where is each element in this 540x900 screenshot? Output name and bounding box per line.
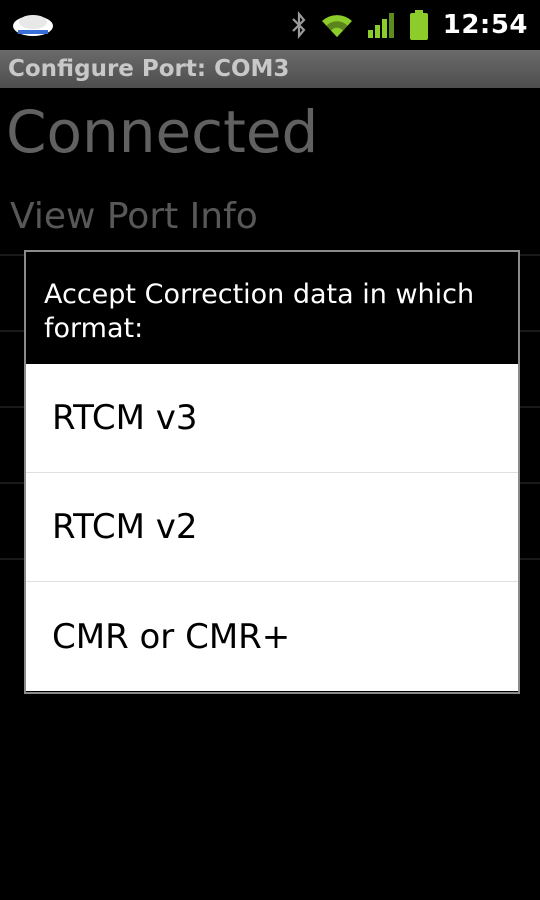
battery-icon — [409, 10, 429, 40]
format-dialog: Accept Correction data in which format: … — [24, 250, 520, 694]
option-cmr[interactable]: CMR or CMR+ — [26, 582, 518, 691]
dialog-option-list: RTCM v3 RTCM v2 CMR or CMR+ — [26, 364, 518, 691]
app-notification-icon — [10, 10, 56, 44]
connection-status: Connected — [6, 98, 319, 166]
option-rtcm-v2[interactable]: RTCM v2 — [26, 473, 518, 582]
wifi-icon — [321, 12, 353, 38]
clock: 12:54 — [442, 10, 528, 40]
title-bar: Configure Port: COM3 — [0, 50, 540, 88]
page-title: Configure Port: COM3 — [8, 56, 290, 82]
bluetooth-icon — [291, 11, 307, 39]
status-bar: 12:54 — [0, 0, 540, 50]
dialog-title: Accept Correction data in which format: — [26, 252, 518, 364]
menu-item-view-port-info[interactable]: View Port Info — [0, 180, 540, 256]
signal-icon — [367, 12, 395, 38]
option-rtcm-v3[interactable]: RTCM v3 — [26, 364, 518, 473]
